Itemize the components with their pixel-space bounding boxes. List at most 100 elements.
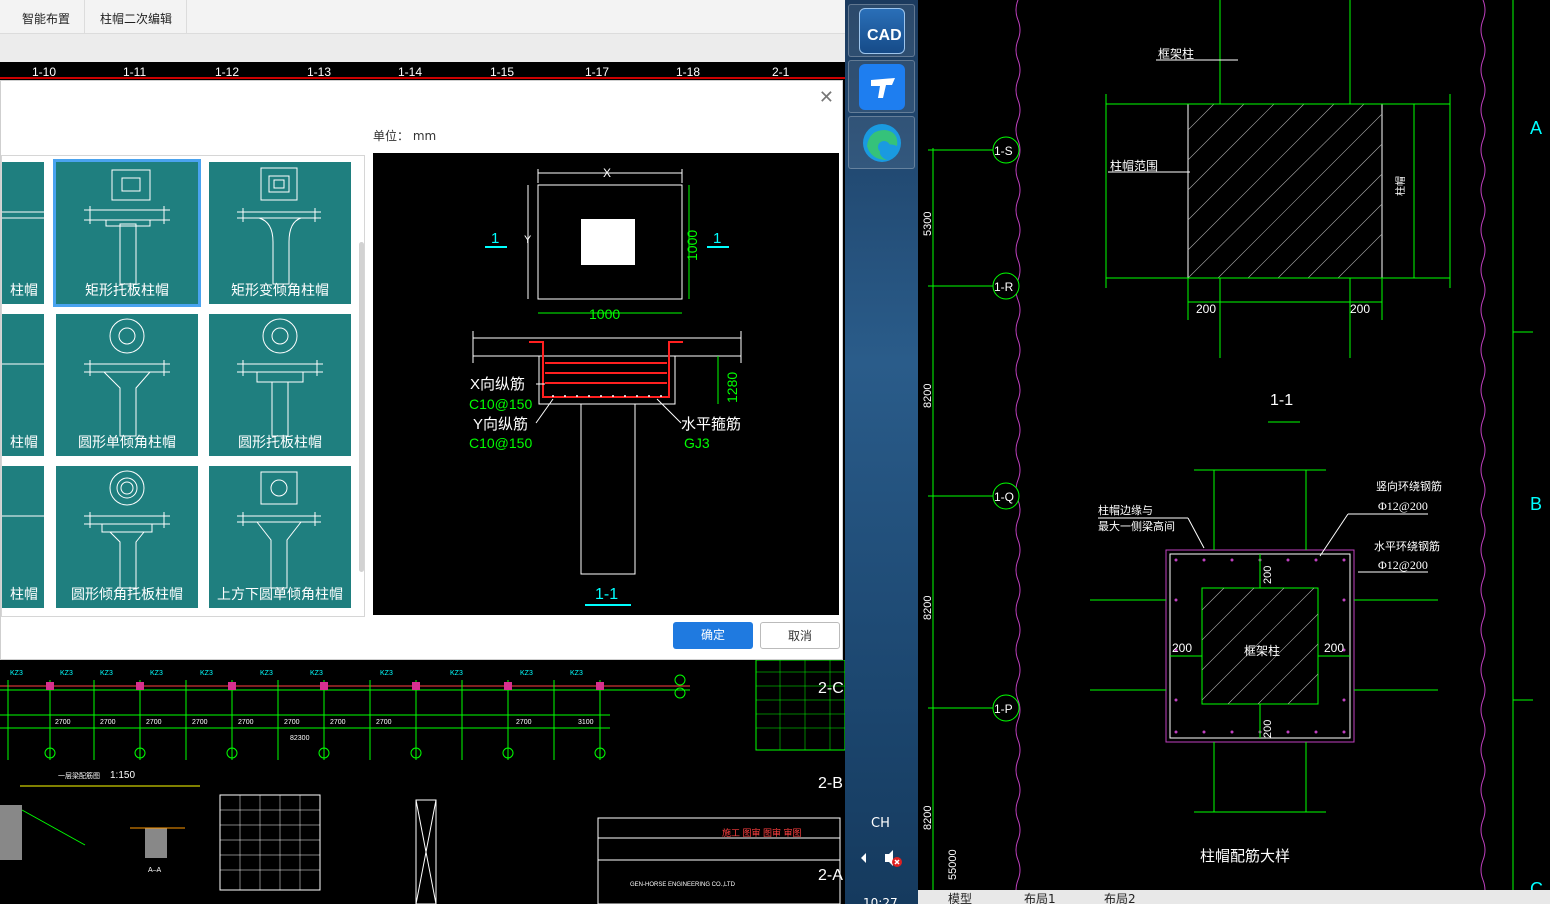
- axis-tick: 1-17: [585, 65, 610, 79]
- svg-text:1-R: 1-R: [994, 280, 1014, 294]
- taskbar: CAD CH 10:27: [845, 0, 918, 904]
- svg-text:柱帽范围: 柱帽范围: [1110, 158, 1158, 173]
- tab-layout-2[interactable]: 布局2: [1104, 890, 1136, 904]
- edge-logo: [863, 124, 901, 162]
- left-cad-window: 智能布置 柱帽二次编辑 1-10 1-1 1 1-12 1-13 1-14 1-1…: [0, 0, 845, 904]
- svg-text:一层梁配筋图: 一层梁配筋图: [58, 771, 100, 780]
- svg-text:1-1: 1-1: [1270, 392, 1293, 409]
- cancel-button[interactable]: 取消: [760, 622, 840, 649]
- tray-icons: [861, 850, 902, 867]
- svg-text:1-1: 1-1: [595, 586, 618, 603]
- tile-label: 柱帽: [10, 435, 38, 451]
- svg-text:1000: 1000: [589, 306, 620, 322]
- right-cad-drawing[interactable]: 1-S 1-R 1-Q 1-P 5300 8200 8200 8200 5500…: [918, 0, 1550, 904]
- axis-tick: 1-12: [215, 65, 240, 79]
- svg-text:2700: 2700: [192, 719, 208, 726]
- svg-text:2700: 2700: [284, 719, 300, 726]
- tab-cap-edit[interactable]: 柱帽二次编辑: [86, 0, 188, 34]
- clock[interactable]: 10:27: [863, 896, 898, 904]
- svg-text:KZ3: KZ3: [380, 670, 393, 677]
- cap-type-gallery: 柱帽 矩形托板柱帽 矩形变倾角柱帽 柱帽 圆形单倾角柱帽 圆形托板柱帽 柱帽 圆…: [1, 155, 365, 617]
- cad-logo: CAD: [867, 27, 902, 44]
- tab-layout-1[interactable]: 布局1: [1024, 890, 1056, 904]
- svg-text:框架柱: 框架柱: [1158, 46, 1194, 61]
- svg-text:200: 200: [1262, 720, 1274, 738]
- tile-cap-partial-3[interactable]: 柱帽: [2, 466, 44, 608]
- tile-cap-partial-2[interactable]: 柱帽: [2, 314, 44, 456]
- svg-text:KZ3: KZ3: [10, 670, 23, 677]
- axis-tick: 1-13: [307, 65, 332, 79]
- svg-text:200: 200: [1262, 566, 1274, 584]
- tile-cap-partial-1[interactable]: 柱帽: [2, 162, 44, 304]
- svg-text:KZ3: KZ3: [520, 670, 533, 677]
- tile-rect-var-angle-cap[interactable]: 矩形变倾角柱帽: [209, 162, 351, 304]
- ime-indicator[interactable]: CH: [871, 816, 890, 831]
- tab-smart-layout[interactable]: 智能布置: [8, 0, 86, 34]
- tile-round-plate-cap[interactable]: 圆形托板柱帽: [209, 314, 351, 456]
- svg-text:CAD: CAD: [867, 27, 902, 44]
- tile-round-angle-plate-cap[interactable]: 圆形倾角托板柱帽: [56, 466, 198, 608]
- svg-text:KZ3: KZ3: [450, 670, 463, 677]
- svg-text:竖向环绕钢筋: 竖向环绕钢筋: [1376, 479, 1442, 493]
- svg-text:1-P: 1-P: [994, 702, 1013, 716]
- svg-text:柱帽配筋大样: 柱帽配筋大样: [1200, 848, 1290, 865]
- cap-detail-drawing: 1-S 1-R 1-Q 1-P 5300 8200 8200 8200 5500…: [922, 0, 1543, 904]
- svg-text:200: 200: [1172, 641, 1192, 655]
- svg-text:A: A: [1530, 118, 1542, 138]
- svg-text:1: 1: [491, 230, 499, 247]
- svg-text:1280: 1280: [724, 372, 740, 403]
- tile-rect-plate-cap[interactable]: 矩形托板柱帽: [53, 159, 201, 307]
- tile-round-single-angle-cap[interactable]: 圆形单倾角柱帽: [56, 314, 198, 456]
- ribbon: 智能布置 柱帽二次编辑: [0, 0, 845, 34]
- axis-tick: 1-14: [398, 65, 423, 79]
- svg-text:8200: 8200: [922, 806, 934, 830]
- svg-text:2700: 2700: [516, 719, 532, 726]
- tray-arrow-icon: [861, 853, 866, 863]
- svg-text:200: 200: [1324, 641, 1344, 655]
- svg-text:C10@150: C10@150: [469, 435, 532, 451]
- gallery-scrollbar[interactable]: [359, 242, 364, 572]
- tile-square-top-round-bottom-cap[interactable]: 上方下圆单倾角柱帽: [209, 466, 351, 608]
- tile-label: 柱帽: [10, 283, 38, 299]
- column-cap-dialog: ✕ 单位： mm 柱帽 矩形托板柱帽 矩形变倾角柱帽 柱帽 圆形单倾角柱帽 圆形…: [0, 80, 843, 660]
- axis-tick: 1-15: [490, 65, 515, 79]
- edge-browser-icon[interactable]: [859, 120, 905, 166]
- confirm-button[interactable]: 确定: [673, 622, 753, 649]
- volume-muted-icon: [885, 850, 893, 866]
- axis-tick: 2-1: [772, 65, 790, 79]
- cad-app-icon[interactable]: CAD: [859, 8, 905, 54]
- plan-drawing: KZ3 KZ3 KZ3 KZ3 KZ3 KZ3 KZ3 KZ3 KZ3 KZ3 KZ3 270…: [0, 660, 845, 904]
- svg-text:1000: 1000: [684, 230, 700, 261]
- preview-drawing: X Y 1000 1000 1 1 1280 X向纵筋 C10@150 Y向纵筋…: [469, 166, 742, 606]
- svg-text:KZ3: KZ3: [260, 670, 273, 677]
- svg-text:KZ3: KZ3: [60, 670, 73, 677]
- svg-text:2-C: 2-C: [818, 680, 844, 697]
- svg-text:2-B: 2-B: [818, 775, 843, 792]
- tile-label: 圆形托板柱帽: [238, 435, 322, 451]
- bottom-cad-drawing[interactable]: KZ3 KZ3 KZ3 KZ3 KZ3 KZ3 KZ3 KZ3 KZ3 KZ3 KZ3 270…: [0, 660, 845, 904]
- svg-text:KZ3: KZ3: [200, 670, 213, 677]
- svg-text:水平箍筋: 水平箍筋: [681, 416, 741, 433]
- svg-text:8200: 8200: [922, 596, 934, 620]
- axis-tick: 1-10: [32, 65, 57, 79]
- svg-text:KZ3: KZ3: [100, 670, 113, 677]
- close-icon[interactable]: ✕: [819, 87, 834, 108]
- svg-text:X: X: [603, 166, 611, 180]
- svg-text:GEN-HORSE ENGINEERING CO.,LTD: GEN-HORSE ENGINEERING CO.,LTD: [630, 882, 736, 888]
- svg-text:Y向纵筋: Y向纵筋: [473, 416, 528, 433]
- tencent-app-icon[interactable]: [859, 64, 905, 110]
- tab-model[interactable]: 模型: [948, 890, 972, 904]
- svg-text:KZ3: KZ3: [570, 670, 583, 677]
- svg-text:柱帽边缘与: 柱帽边缘与: [1098, 503, 1153, 517]
- tile-label: 上方下圆单倾角柱帽: [217, 587, 343, 603]
- svg-text:KZ3: KZ3: [310, 670, 323, 677]
- svg-text:1-Q: 1-Q: [994, 490, 1014, 504]
- axis-tick: 1-18: [676, 65, 701, 79]
- svg-text:2700: 2700: [55, 719, 71, 726]
- svg-text:1:150: 1:150: [110, 770, 135, 781]
- tencent-logo: [871, 78, 895, 98]
- svg-text:2700: 2700: [238, 719, 254, 726]
- svg-text:55000: 55000: [947, 849, 959, 880]
- svg-text:Φ12@200: Φ12@200: [1378, 558, 1428, 572]
- svg-text:B: B: [1530, 494, 1542, 514]
